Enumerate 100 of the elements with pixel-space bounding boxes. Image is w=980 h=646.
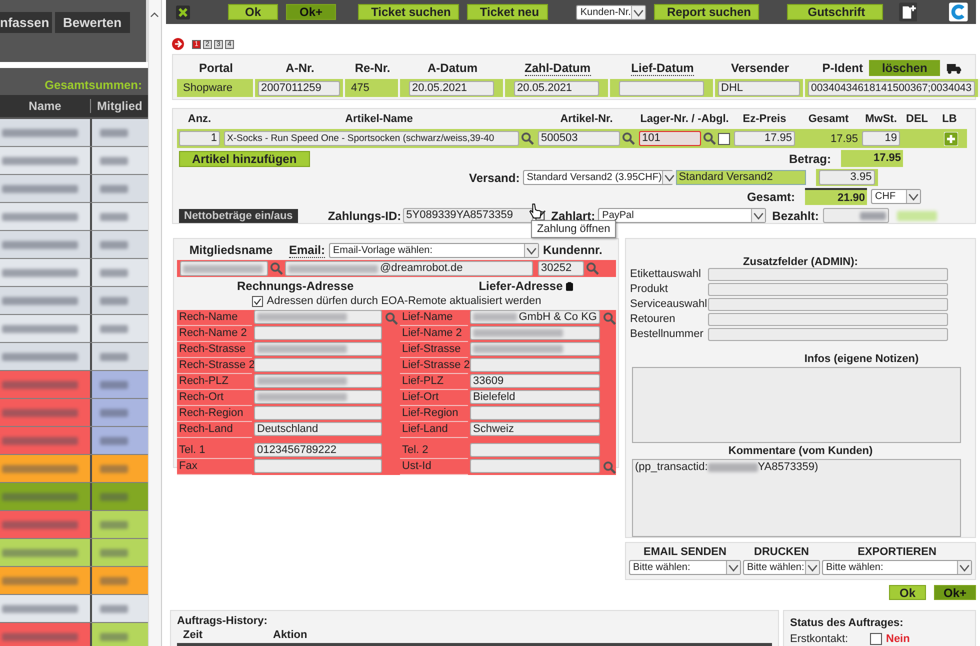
input-field[interactable]: GmbH & Co KG: [470, 310, 600, 324]
checkbox[interactable]: [870, 633, 882, 645]
input-field[interactable]: [254, 310, 382, 324]
input-field[interactable]: 0123456789222: [254, 443, 382, 457]
input-field[interactable]: [470, 459, 600, 473]
input-field[interactable]: 20.05.2021: [409, 80, 494, 96]
input-field[interactable]: Deutschland: [254, 422, 382, 436]
input-field[interactable]: X-Socks - Run Speed One - Sportsocken (schwarz/weiss,39-40: [224, 131, 519, 146]
input-field[interactable]: [254, 406, 382, 420]
search-icon[interactable]: [602, 460, 616, 474]
input-field[interactable]: 20.05.2021: [514, 80, 599, 96]
blurred-text: [100, 240, 128, 248]
input-field[interactable]: @dreamrobot.de: [285, 261, 533, 276]
blurred-text: [100, 352, 128, 360]
input-field[interactable]: 101: [639, 131, 701, 146]
input-field[interactable]: Schweiz: [470, 422, 600, 436]
input-field[interactable]: [470, 342, 600, 356]
input-field[interactable]: [708, 298, 948, 311]
input-field[interactable]: [254, 390, 382, 404]
dropdown[interactable]: Bitte wählen:: [743, 560, 820, 575]
search-icon[interactable]: [586, 262, 599, 275]
tab[interactable]: Bewerten: [55, 12, 130, 33]
input-field[interactable]: 19: [862, 131, 900, 146]
add-article-button[interactable]: Artikel hinzufügen: [179, 150, 310, 166]
scroll-up-icon[interactable]: [150, 12, 159, 18]
input-field[interactable]: [254, 459, 382, 473]
ok-button[interactable]: Ok: [889, 585, 926, 600]
search-icon[interactable]: [521, 132, 534, 145]
input-field[interactable]: DHL: [718, 80, 800, 96]
toolbar-button[interactable]: Gutschrift: [786, 4, 882, 20]
input-field[interactable]: 2007011259: [258, 80, 340, 96]
input-field[interactable]: [708, 313, 948, 326]
input-field[interactable]: 00340434618141500367;0034043: [808, 80, 975, 96]
input-field[interactable]: [470, 358, 600, 372]
input-field[interactable]: 30252: [538, 261, 584, 276]
blurred-text: [100, 576, 128, 584]
dropdown[interactable]: Kunden-Nr.: [576, 4, 646, 20]
truck-icon[interactable]: [946, 62, 962, 74]
input-field[interactable]: [619, 80, 704, 96]
input-field[interactable]: [470, 406, 600, 420]
checkbox[interactable]: [252, 296, 263, 306]
dropdown[interactable]: Bitte wählen:: [629, 560, 741, 575]
caret-icon: [726, 561, 740, 574]
search-icon[interactable]: [602, 312, 616, 324]
notes-textarea[interactable]: [632, 367, 961, 443]
toolbar-button[interactable]: Ok: [228, 4, 278, 20]
input-field[interactable]: [470, 326, 600, 340]
dropdown[interactable]: Standard Versand2 (3.95CHF): [522, 170, 673, 185]
ok-button[interactable]: Ok+: [934, 585, 976, 600]
input-field[interactable]: 17.95: [734, 131, 795, 146]
blurred-text: [100, 156, 128, 164]
net-amounts-button[interactable]: Nettobeträge ein/aus: [179, 208, 298, 222]
toolbar-button[interactable]: Report suchen: [654, 4, 759, 20]
comments-textarea[interactable]: (pp_transactid: YA8573359): [632, 458, 961, 537]
input-field[interactable]: [470, 443, 600, 457]
column-header: Zeit: [182, 629, 204, 641]
refresh-icon[interactable]: [949, 2, 968, 22]
field-label: Lief-Name: [400, 310, 468, 326]
currency-dropdown[interactable]: CHF: [871, 189, 921, 204]
amount-label: Betrag:: [788, 152, 831, 166]
dropdown[interactable]: Email-Vorlage wählen:: [329, 242, 540, 258]
blurred-text: [100, 520, 128, 528]
delete-button[interactable]: löschen: [868, 60, 940, 76]
input-field[interactable]: [254, 326, 382, 340]
column-header: Gesamt: [807, 112, 850, 127]
blurred-text: [100, 464, 128, 472]
input-field[interactable]: [708, 268, 948, 281]
dropdown[interactable]: PayPal: [598, 208, 766, 223]
input-field[interactable]: 3.95: [818, 170, 875, 185]
search-icon[interactable]: [384, 312, 398, 324]
input-field[interactable]: 5Y089339YA8573359: [403, 208, 534, 223]
field-value: 0123456789222: [257, 444, 337, 456]
input-field[interactable]: Standard Versand2: [676, 170, 806, 185]
input-field[interactable]: [822, 208, 889, 223]
input-field[interactable]: [708, 283, 948, 296]
search-icon[interactable]: [270, 262, 283, 275]
field-label: Tel. 2: [400, 443, 468, 459]
close-icon[interactable]: [176, 4, 190, 20]
input-field[interactable]: [708, 328, 948, 341]
input-field[interactable]: [180, 261, 268, 276]
action-title: DRUCKEN: [753, 546, 810, 560]
clipboard-icon[interactable]: [566, 282, 573, 290]
input-field[interactable]: 33609: [470, 374, 600, 388]
edit-icon[interactable]: [535, 210, 546, 221]
input-field[interactable]: 500503: [538, 131, 620, 146]
toolbar-button[interactable]: Ticket suchen: [358, 4, 459, 20]
input-field[interactable]: Bielefeld: [470, 390, 600, 404]
toolbar-button[interactable]: Ok+: [286, 4, 336, 20]
input-field[interactable]: [254, 374, 382, 388]
checkbox[interactable]: [718, 132, 730, 144]
input-field[interactable]: [254, 358, 382, 372]
dropdown[interactable]: Bitte wählen:: [822, 560, 972, 575]
search-icon[interactable]: [703, 132, 716, 145]
input-field[interactable]: [254, 342, 382, 356]
add-icon[interactable]: [944, 132, 958, 146]
new-document-icon[interactable]: [898, 2, 918, 22]
tab[interactable]: nfassen: [0, 12, 52, 33]
search-icon[interactable]: [622, 132, 635, 145]
toolbar-button[interactable]: Ticket neu: [466, 4, 548, 20]
quantity-field[interactable]: 1: [179, 131, 220, 146]
